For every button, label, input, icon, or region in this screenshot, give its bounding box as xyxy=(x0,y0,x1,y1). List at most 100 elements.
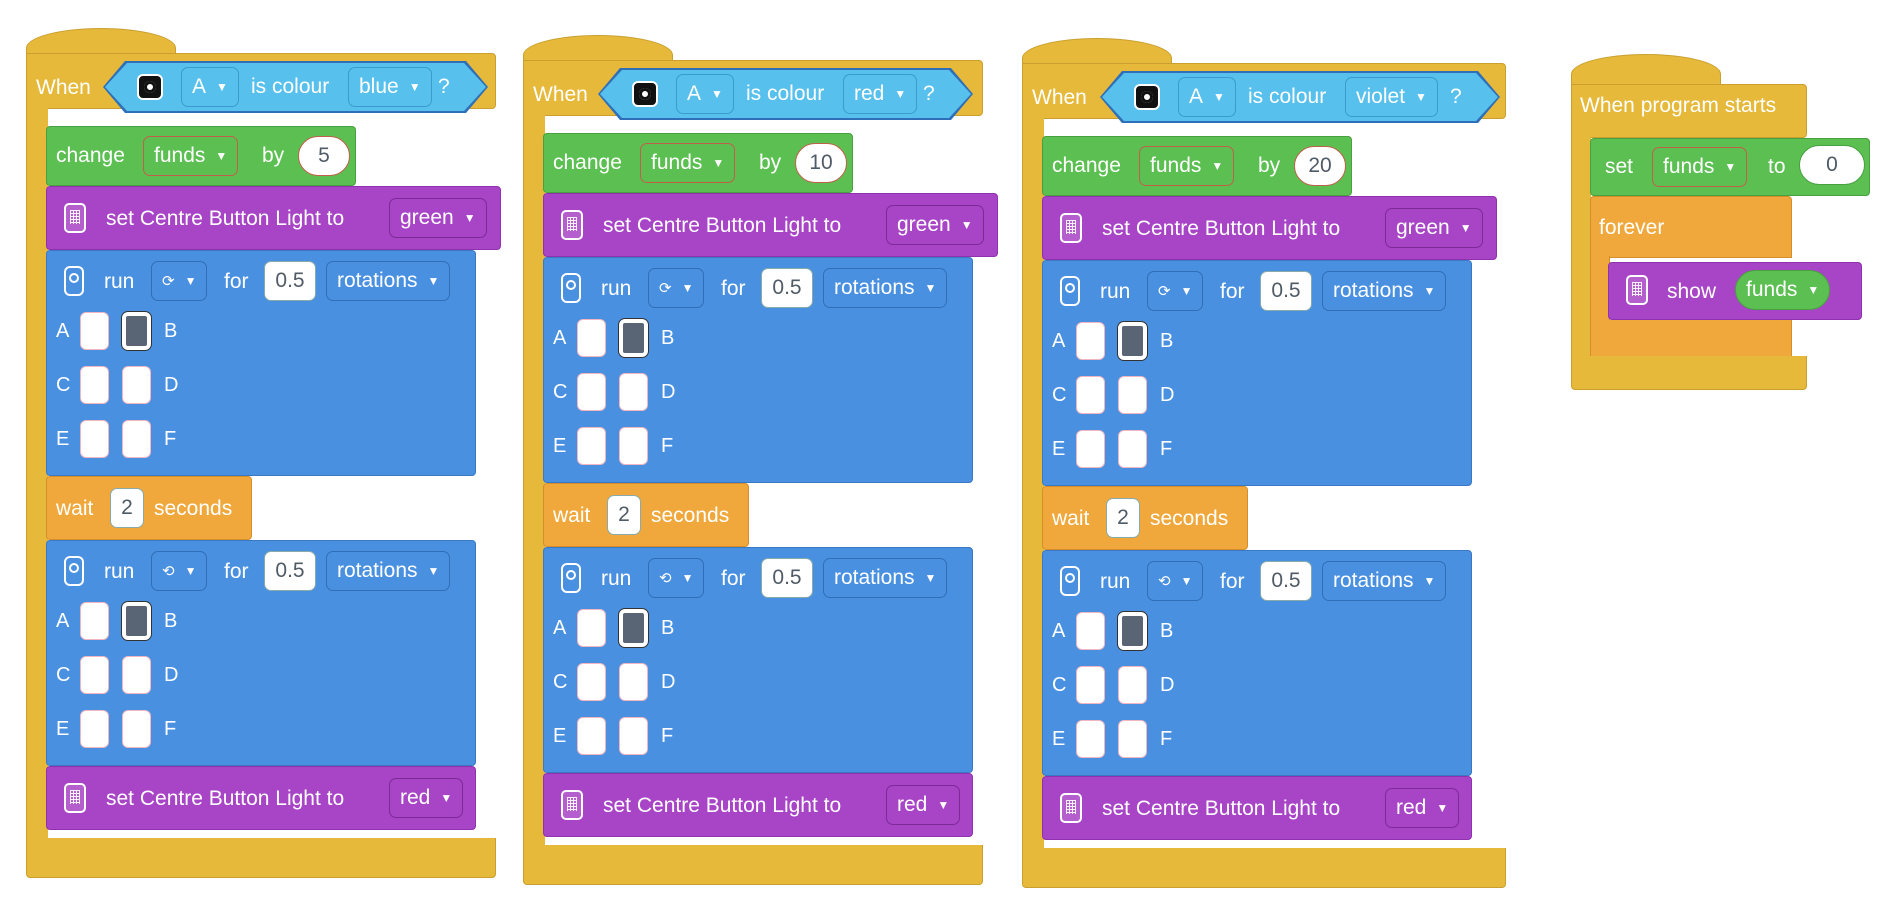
port-f-toggle[interactable] xyxy=(619,717,648,755)
light-colour-dropdown[interactable]: green ▼ xyxy=(389,198,487,238)
port-d-toggle[interactable] xyxy=(122,366,151,404)
variable-dropdown[interactable]: funds ▼ xyxy=(640,143,736,183)
direction-dropdown[interactable]: ⟲ ▼ xyxy=(151,551,208,591)
port-label: A xyxy=(56,610,70,632)
light-colour-dropdown[interactable]: green ▼ xyxy=(1385,208,1483,248)
light-colour-dropdown[interactable]: red ▼ xyxy=(1385,788,1460,828)
set-light-label: set Centre Button Light to xyxy=(1102,797,1341,820)
port-label: B xyxy=(164,610,178,632)
port-e-toggle[interactable] xyxy=(80,420,109,458)
colour-dropdown[interactable]: violet ▼ xyxy=(1345,77,1438,117)
port-f-toggle[interactable] xyxy=(1118,430,1147,468)
sensor-port-dropdown[interactable]: A ▼ xyxy=(676,74,734,114)
hub-light-icon xyxy=(561,210,583,240)
wait-amount-input[interactable]: 2 xyxy=(110,488,144,528)
direction-dropdown[interactable]: ⟳ ▼ xyxy=(648,268,705,308)
set-light-label: set Centre Button Light to xyxy=(603,794,842,817)
variable-dropdown[interactable]: funds ▼ xyxy=(1652,147,1748,187)
port-d-toggle[interactable] xyxy=(619,373,648,411)
port-f-toggle[interactable] xyxy=(1118,720,1147,758)
show-variable-dropdown[interactable]: funds ▼ xyxy=(1735,270,1831,310)
colour-dropdown[interactable]: red ▼ xyxy=(843,74,918,114)
port-a-toggle[interactable] xyxy=(1076,322,1105,360)
variable-name: funds xyxy=(1663,155,1715,178)
colour-dropdown[interactable]: blue ▼ xyxy=(348,67,432,107)
unit-dropdown[interactable]: rotations ▼ xyxy=(326,551,451,591)
port-b-toggle[interactable] xyxy=(122,602,151,640)
change-amount-input[interactable]: 20 xyxy=(1294,146,1346,186)
port-label: E xyxy=(553,725,567,747)
change-amount-input[interactable]: 5 xyxy=(298,136,350,176)
port-b-toggle[interactable] xyxy=(619,319,648,357)
port-b-toggle[interactable] xyxy=(122,312,151,350)
rotation-amount-input[interactable]: 0.5 xyxy=(1260,271,1312,311)
port-c-toggle[interactable] xyxy=(80,366,109,404)
direction-dropdown[interactable]: ⟲ ▼ xyxy=(1147,561,1204,601)
rotation-amount-input[interactable]: 0.5 xyxy=(1260,561,1312,601)
change-amount-input[interactable]: 10 xyxy=(795,143,847,183)
port-e-toggle[interactable] xyxy=(1076,430,1105,468)
light-colour-dropdown[interactable]: green ▼ xyxy=(886,205,984,245)
port-b-toggle[interactable] xyxy=(619,609,648,647)
port-c-toggle[interactable] xyxy=(1076,666,1105,704)
unit-dropdown[interactable]: rotations ▼ xyxy=(326,261,451,301)
port-a-toggle[interactable] xyxy=(80,602,109,640)
rotation-amount-input[interactable]: 0.5 xyxy=(264,551,316,591)
port-d-toggle[interactable] xyxy=(1118,376,1147,414)
port-c-toggle[interactable] xyxy=(577,373,606,411)
direction-dropdown[interactable]: ⟲ ▼ xyxy=(648,558,705,598)
port-a-toggle[interactable] xyxy=(577,609,606,647)
light-colour-dropdown[interactable]: red ▼ xyxy=(389,778,464,818)
direction-dropdown[interactable]: ⟳ ▼ xyxy=(1147,271,1204,311)
light-colour-value: green xyxy=(400,206,454,229)
rotation-amount-input[interactable]: 0.5 xyxy=(761,558,813,598)
port-c-toggle[interactable] xyxy=(577,663,606,701)
port-b-toggle[interactable] xyxy=(1118,322,1147,360)
port-f-toggle[interactable] xyxy=(122,710,151,748)
wait-amount-input[interactable]: 2 xyxy=(1106,498,1140,538)
port-e-toggle[interactable] xyxy=(577,717,606,755)
port-a-toggle[interactable] xyxy=(577,319,606,357)
variable-dropdown[interactable]: funds ▼ xyxy=(1139,146,1235,186)
when-label: When xyxy=(1032,86,1087,109)
seconds-label: seconds xyxy=(154,497,233,520)
direction-dropdown[interactable]: ⟳ ▼ xyxy=(151,261,208,301)
rotation-amount-input[interactable]: 0.5 xyxy=(264,261,316,301)
wait-amount-input[interactable]: 2 xyxy=(607,495,641,535)
port-c-toggle[interactable] xyxy=(1076,376,1105,414)
unit-dropdown[interactable]: rotations ▼ xyxy=(1322,561,1447,601)
sensor-port-dropdown[interactable]: A ▼ xyxy=(1178,77,1236,117)
rotation-amount-input[interactable]: 0.5 xyxy=(761,268,813,308)
unit-dropdown[interactable]: rotations ▼ xyxy=(1322,271,1447,311)
counterclockwise-icon: ⟲ xyxy=(659,570,672,587)
port-f-toggle[interactable] xyxy=(619,427,648,465)
port-a-toggle[interactable] xyxy=(1076,612,1105,650)
set-value-input[interactable]: 0 xyxy=(1799,145,1865,185)
change-label: change xyxy=(56,144,125,167)
hub-display-icon xyxy=(1626,275,1648,305)
for-label: for xyxy=(721,277,746,300)
sensor-port-dropdown[interactable]: A ▼ xyxy=(181,67,239,107)
hat-foot xyxy=(1571,356,1807,390)
port-d-toggle[interactable] xyxy=(1118,666,1147,704)
port-label: F xyxy=(1160,728,1173,750)
unit-dropdown[interactable]: rotations ▼ xyxy=(823,268,948,308)
port-d-toggle[interactable] xyxy=(122,656,151,694)
port-e-toggle[interactable] xyxy=(577,427,606,465)
port-label: F xyxy=(661,725,674,747)
hub-light-icon xyxy=(64,783,86,813)
colour-sensor-icon xyxy=(632,81,658,107)
port-b-toggle[interactable] xyxy=(1118,612,1147,650)
port-label: E xyxy=(56,428,70,450)
port-label: F xyxy=(164,718,177,740)
port-f-toggle[interactable] xyxy=(122,420,151,458)
port-a-toggle[interactable] xyxy=(80,312,109,350)
port-e-toggle[interactable] xyxy=(80,710,109,748)
port-d-toggle[interactable] xyxy=(619,663,648,701)
port-e-toggle[interactable] xyxy=(1076,720,1105,758)
variable-dropdown[interactable]: funds ▼ xyxy=(143,136,239,176)
unit-dropdown[interactable]: rotations ▼ xyxy=(823,558,948,598)
hat-body xyxy=(1022,118,1044,878)
light-colour-dropdown[interactable]: red ▼ xyxy=(886,785,961,825)
port-c-toggle[interactable] xyxy=(80,656,109,694)
